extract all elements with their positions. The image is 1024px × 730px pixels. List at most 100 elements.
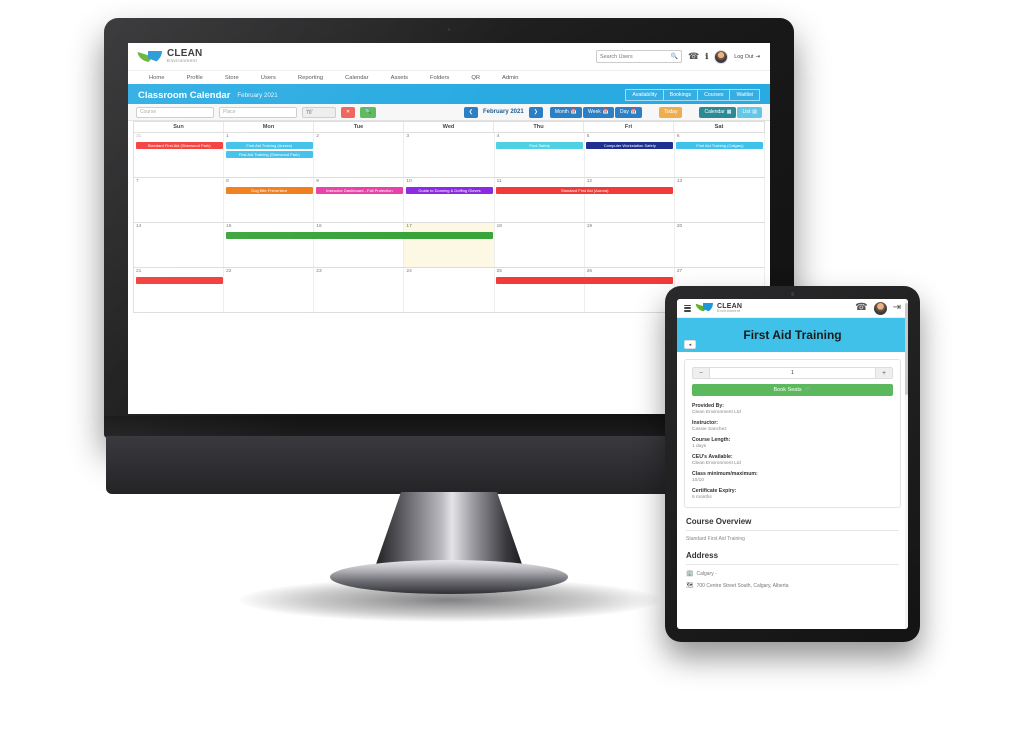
nav-item-admin[interactable]: Admin xyxy=(491,75,529,81)
quantity-stepper[interactable]: − 1 + xyxy=(692,367,893,379)
header-tabs: Availability Bookings Courses Waitlist xyxy=(625,89,760,101)
nav-item-assets[interactable]: Assets xyxy=(380,75,419,81)
nav-item-reporting[interactable]: Reporting xyxy=(287,75,334,81)
calendar-day-cell[interactable]: 26 xyxy=(584,268,675,312)
view-day-button[interactable]: Day 📅 xyxy=(614,106,643,118)
nav-item-profile[interactable]: Profile xyxy=(175,75,213,81)
calendar-day-cell[interactable]: 15 xyxy=(224,223,315,267)
logout-button[interactable]: Log Out ⇥ xyxy=(734,54,760,60)
calendar-day-cell[interactable]: 17 xyxy=(404,223,495,267)
calendar-day-cell[interactable]: 7 xyxy=(134,178,225,222)
next-month-button[interactable]: ❯ xyxy=(528,106,543,118)
list-view-button[interactable]: List ▤ xyxy=(737,106,762,118)
calendar-day-cell[interactable]: 10 xyxy=(404,178,495,222)
back-button[interactable]: ◂ xyxy=(684,340,696,349)
calendar-day-cell[interactable]: 20 xyxy=(674,223,765,267)
calendar-event[interactable]: Instructor Dashboard - Fall Protection xyxy=(315,187,403,194)
calendar-event[interactable]: Pool Safety xyxy=(496,142,584,149)
info-icon[interactable]: ℹ xyxy=(705,52,708,61)
quantity-value[interactable]: 1 xyxy=(710,368,875,378)
calendar-day-cell[interactable]: 21 xyxy=(134,268,225,312)
day-number: 21 xyxy=(136,269,142,274)
calendar-event[interactable] xyxy=(135,277,223,284)
list-icon: ▤ xyxy=(752,109,757,115)
calendar-event[interactable]: Standard First Aid (Aurora) xyxy=(496,187,674,194)
nav-item-calendar[interactable]: Calendar xyxy=(334,75,380,81)
days-filter-input[interactable]: Days 70 xyxy=(302,106,336,118)
calendar-day-cell[interactable]: 6 xyxy=(674,133,765,177)
search-users-box[interactable]: 🔍 xyxy=(596,50,683,63)
avatar[interactable] xyxy=(873,301,887,315)
weekday-thu: Thu xyxy=(494,122,584,132)
calendar-day-cell[interactable]: 18 xyxy=(494,223,585,267)
course-filter-input[interactable]: Course xyxy=(136,106,214,118)
place-filter-input[interactable]: Place xyxy=(219,106,297,118)
calendar-day-cell[interactable]: 23 xyxy=(314,268,405,312)
tab-availability[interactable]: Availability xyxy=(625,89,663,101)
logout-icon[interactable]: ⇥ xyxy=(893,303,901,313)
detail-value: Clean Environment Ltd xyxy=(692,410,741,415)
hamburger-icon[interactable] xyxy=(684,304,691,312)
nav-item-folders[interactable]: Folders xyxy=(419,75,460,81)
search-icon[interactable]: 🔍 xyxy=(671,54,678,60)
calendar-event[interactable]: First Aid Training (Aurora) xyxy=(225,142,313,149)
book-seats-button[interactable]: Book Seats 🛒 xyxy=(692,384,893,396)
calendar-day-cell[interactable]: 5 xyxy=(584,133,675,177)
calendar-day-cell[interactable]: 8 xyxy=(224,178,315,222)
decrease-quantity-button[interactable]: − xyxy=(693,368,710,378)
calendar-day-cell[interactable]: 16 xyxy=(314,223,405,267)
calendar-day-cell[interactable]: 25 xyxy=(494,268,585,312)
calendar-day-cell[interactable]: 24 xyxy=(404,268,495,312)
brand-logo[interactable]: CLEAN Environment xyxy=(696,302,742,314)
calendar-event[interactable]: Guide to Donning & Doffing Gloves xyxy=(405,187,494,194)
view-week-button[interactable]: Week 📅 xyxy=(583,106,614,118)
calendar-event[interactable]: Computer Workstation Safety xyxy=(586,142,674,149)
calendar-event[interactable]: First Aid Training (Calgary) xyxy=(676,142,764,149)
nav-item-qr[interactable]: QR xyxy=(460,75,491,81)
calendar-event[interactable] xyxy=(225,232,494,239)
calendar-event[interactable]: Standard First Aid (Sherwood Park) xyxy=(135,142,223,149)
calendar-day-cell[interactable]: 4 xyxy=(494,133,585,177)
tab-waitlist[interactable]: Waitlist xyxy=(729,89,760,101)
leaf-globe-logo-icon xyxy=(138,49,164,65)
phone-icon[interactable]: ☎ xyxy=(855,303,867,313)
prev-month-button[interactable]: ❮ xyxy=(463,106,478,118)
course-detail-app: CLEAN Environment ☎ ⇥ First Aid Training… xyxy=(677,299,908,629)
nav-item-users[interactable]: Users xyxy=(250,75,287,81)
course-hero: First Aid Training ◂ xyxy=(677,318,908,352)
calendar-event[interactable] xyxy=(496,277,674,284)
search-input[interactable] xyxy=(600,53,671,60)
calendar-event[interactable]: First Aid Training (Sherwood Park) xyxy=(225,150,313,158)
avatar[interactable] xyxy=(714,49,729,64)
nav-item-home[interactable]: Home xyxy=(138,75,175,81)
calendar-day-cell[interactable]: 2 xyxy=(314,133,405,177)
view-month-button[interactable]: Month 📅 xyxy=(549,106,583,118)
scrollbar[interactable] xyxy=(905,299,908,629)
calendar-day-cell[interactable]: 31 xyxy=(134,133,225,177)
today-button[interactable]: Today xyxy=(659,106,683,118)
clear-filters-button[interactable]: ✕ xyxy=(341,106,356,118)
calendar-day-cell[interactable]: 13 xyxy=(674,178,765,222)
calendar-icon: 📅 xyxy=(570,109,578,115)
day-number: 14 xyxy=(136,224,142,229)
calendar-day-cell[interactable]: 19 xyxy=(584,223,675,267)
day-number: 17 xyxy=(406,224,412,229)
phone-icon[interactable]: ☎ xyxy=(688,52,699,61)
tab-courses[interactable]: Courses xyxy=(697,89,730,101)
apply-search-button[interactable]: 🔍 xyxy=(360,106,377,118)
nav-item-store[interactable]: Store xyxy=(214,75,250,81)
calendar-day-cell[interactable]: 22 xyxy=(224,268,315,312)
detail-value: 10/10 xyxy=(692,478,705,483)
calendar-day-cell[interactable]: 9 xyxy=(314,178,405,222)
calendar-day-cell[interactable]: 12 xyxy=(584,178,675,222)
calendar-day-cell[interactable]: 11 xyxy=(494,178,585,222)
calendar-event[interactable]: Dog Bite Prevention xyxy=(225,187,313,194)
brand-logo[interactable]: CLEAN Environment xyxy=(138,49,202,65)
increase-quantity-button[interactable]: + xyxy=(875,368,892,378)
calendar-view-button[interactable]: Calendar ▦ xyxy=(699,106,737,118)
tab-bookings[interactable]: Bookings xyxy=(662,89,698,101)
day-number: 18 xyxy=(496,224,502,229)
day-number: 23 xyxy=(316,269,322,274)
calendar-day-cell[interactable]: 3 xyxy=(404,133,495,177)
calendar-day-cell[interactable]: 14 xyxy=(134,223,225,267)
